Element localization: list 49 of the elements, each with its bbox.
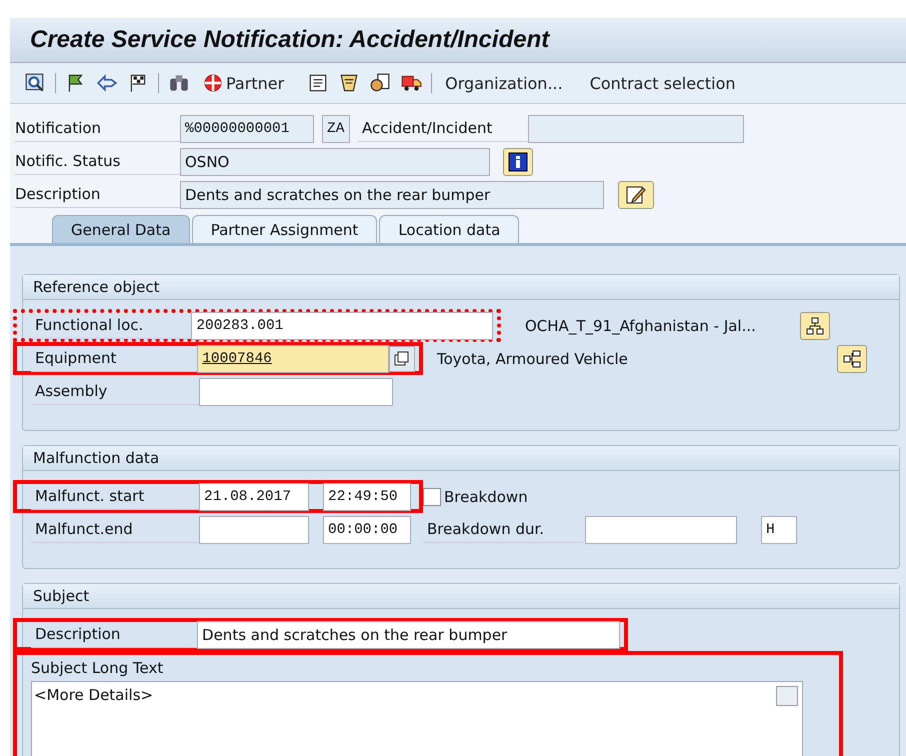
assembly-field[interactable]: [199, 378, 393, 406]
long-text-area[interactable]: <More Details>: [31, 681, 803, 756]
field-label: Breakdown dur.: [423, 516, 583, 542]
date-field[interactable]: [199, 516, 309, 544]
description-field[interactable]: Dents and scratches on the rear bumper: [180, 180, 604, 208]
info-button[interactable]: [503, 148, 533, 176]
copy-icon[interactable]: [389, 346, 415, 372]
equipment-description: Toyota, Armoured Vehicle: [437, 348, 629, 370]
long-text: <More Details>: [33, 685, 154, 706]
location-description: OCHA_T_91_Afghanistan - Jal...: [525, 316, 757, 336]
organization-button[interactable]: Organization...: [441, 74, 567, 92]
magnifier-icon[interactable]: [24, 72, 46, 94]
scrollbar[interactable]: [776, 686, 798, 706]
hierarchy-button[interactable]: [800, 312, 830, 340]
tab[interactable]: Location data: [379, 215, 520, 243]
notepad-icon[interactable]: [338, 72, 360, 94]
equipment-field[interactable]: 10007846: [197, 344, 390, 372]
functional-location-field[interactable]: 200283.001: [191, 312, 493, 340]
crosshair-icon: [203, 73, 223, 93]
time-field[interactable]: 00:00:00: [323, 516, 411, 544]
checkbox-label: Breakdown: [444, 486, 528, 508]
tab[interactable]: Partner Assignment: [192, 215, 378, 243]
structure-button[interactable]: [837, 344, 867, 372]
document-icon[interactable]: [307, 72, 330, 94]
description-field[interactable]: Dents and scratches on the rear bumper: [197, 620, 620, 648]
arrow-icon[interactable]: [96, 72, 118, 94]
checkbox[interactable]: [423, 488, 441, 506]
palette-icon[interactable]: [369, 72, 392, 94]
type-field[interactable]: ZA: [322, 114, 350, 142]
group-title: Malfunction data: [23, 446, 899, 471]
group-title: Subject: [23, 584, 899, 609]
time-field[interactable]: 22:49:50: [323, 482, 411, 510]
partner-button[interactable]: Partner: [199, 73, 288, 93]
edit-button[interactable]: [618, 180, 654, 208]
group-title: Reference object: [23, 275, 899, 300]
long-text-label: Subject Long Text: [31, 659, 164, 679]
window-title: Create Service Notification: Accident/Incident: [30, 26, 550, 54]
contract-selection-button[interactable]: Contract selection: [586, 74, 740, 92]
notification-field[interactable]: %00000000001: [180, 114, 314, 142]
duration-field[interactable]: [585, 516, 737, 544]
hierarchy-icon: [805, 316, 825, 336]
unit-field[interactable]: H: [761, 516, 797, 544]
date-field[interactable]: 21.08.2017: [199, 482, 309, 510]
pencil-icon: [625, 184, 647, 206]
status-field[interactable]: OSNO: [180, 148, 490, 176]
info-icon: [508, 152, 528, 172]
tab[interactable]: General Data: [52, 215, 190, 243]
empty-field[interactable]: [528, 114, 744, 142]
structure-icon: [842, 348, 862, 368]
